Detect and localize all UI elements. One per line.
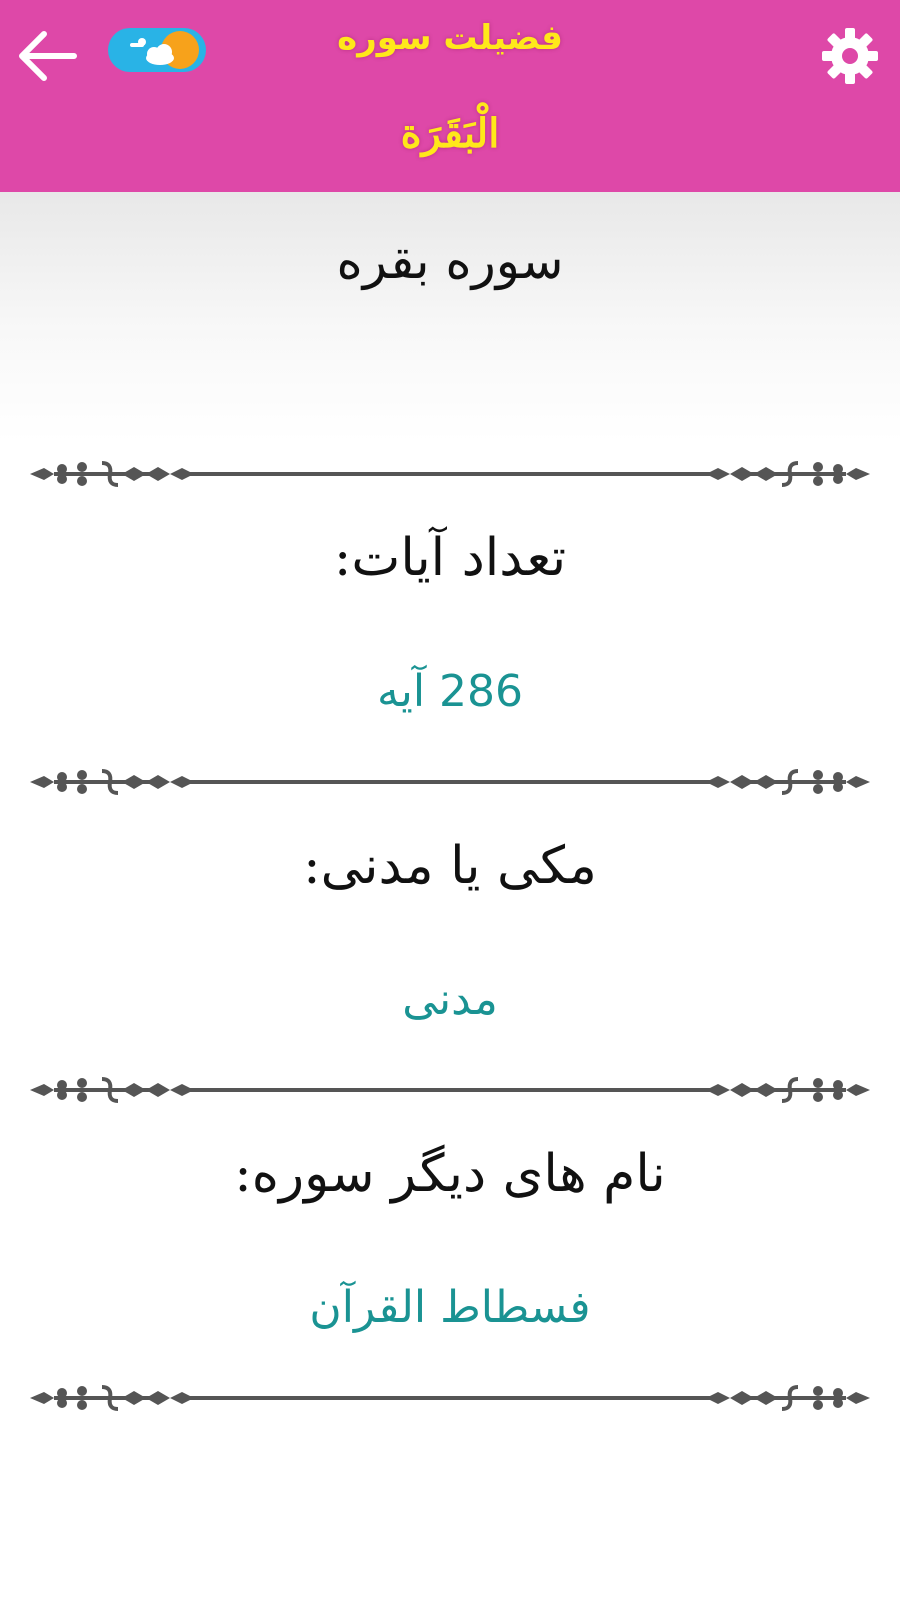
ornamental-divider (30, 1076, 870, 1104)
gear-icon (822, 28, 878, 84)
ornamental-divider (30, 768, 870, 796)
back-button[interactable] (8, 20, 84, 92)
settings-button[interactable] (816, 22, 884, 90)
ornamental-divider (30, 460, 870, 488)
verses-count-label: تعداد آیات: (333, 528, 567, 588)
app-bar: فضیلت سوره الْبَقَرَة (0, 0, 900, 192)
revelation-type-value: مدنی (402, 974, 498, 1025)
theme-toggle[interactable] (108, 28, 206, 72)
arrow-left-icon (19, 31, 77, 81)
surah-title: الْبَقَرَة (400, 110, 500, 157)
day-night-toggle-icon (130, 31, 199, 69)
surah-info-screen: فضیلت سوره الْبَقَرَة سوره بقره تعداد آی… (0, 0, 900, 1600)
other-names-value: فسطاط القرآن (309, 1282, 591, 1333)
surah-name-panel (0, 192, 900, 442)
other-names-label: نام های دیگر سوره: (234, 1144, 666, 1204)
ornamental-divider (30, 1384, 870, 1412)
revelation-type-label: مکی یا مدنی: (303, 836, 597, 896)
surah-name: سوره بقره (336, 232, 564, 290)
verses-count-value: 286 آیه (376, 666, 524, 717)
page-title: فضیلت سوره (337, 18, 563, 58)
